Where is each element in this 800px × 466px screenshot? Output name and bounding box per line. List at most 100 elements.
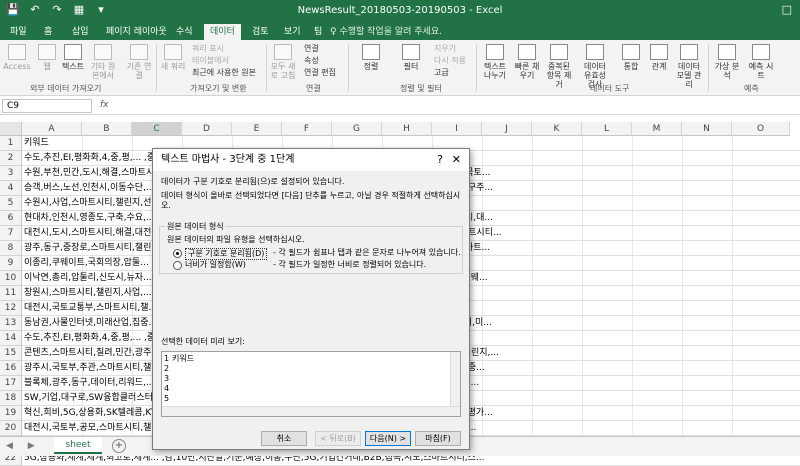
column-header-h[interactable]: H (382, 122, 432, 136)
text-to-columns-label: 텍스트 나누기 (483, 62, 507, 80)
remove-duplicates-button[interactable]: 중복된 항목 제거 (544, 44, 574, 89)
forecast-label: 예측 시트 (748, 62, 774, 80)
fx-icon[interactable]: fx (100, 100, 109, 110)
row-header[interactable]: 11 (0, 286, 22, 301)
row-header[interactable]: 3 (0, 166, 22, 181)
delimited-radio[interactable] (173, 249, 182, 258)
add-sheet-icon[interactable]: + (112, 439, 126, 453)
row-header[interactable]: 13 (0, 316, 22, 331)
row-header[interactable]: 18 (0, 391, 22, 406)
row-header[interactable]: 5 (0, 196, 22, 211)
back-button[interactable]: < 뒤로(B) (315, 431, 361, 446)
preview-vertical-scrollbar[interactable] (450, 352, 460, 408)
finish-button[interactable]: 마침(F) (415, 431, 461, 446)
row-header[interactable]: 9 (0, 256, 22, 271)
new-query-button[interactable]: 새 쿼리 (158, 44, 188, 71)
access-icon (8, 44, 26, 60)
text-to-columns-button[interactable]: 텍스트 나누기 (480, 44, 510, 80)
column-header-g[interactable]: G (332, 122, 382, 136)
row-header[interactable]: 1 (0, 136, 22, 151)
connections-button[interactable]: 연결 (304, 44, 319, 54)
dialog-title: 텍스트 마법사 - 3단계 중 1단계 (153, 149, 469, 171)
other-sources-button[interactable]: 기타 원본에서 (88, 44, 118, 80)
help-icon[interactable]: ? (437, 149, 443, 171)
row-header[interactable]: 17 (0, 376, 22, 391)
reapply-button[interactable]: 다시 적용 (434, 56, 466, 66)
maximize-button[interactable]: □ (782, 3, 792, 16)
access-button[interactable]: Access (2, 44, 32, 71)
refresh-all-button[interactable]: 모두 새로 고침 (268, 44, 298, 80)
forecast-icon (752, 44, 770, 60)
from-table-button[interactable]: 테이블에서 (192, 56, 229, 66)
preview-horizontal-scrollbar[interactable] (162, 406, 460, 416)
tab-file[interactable]: 파일 (4, 24, 33, 40)
column-header-l[interactable]: L (582, 122, 632, 136)
column-header-n[interactable]: N (682, 122, 732, 136)
tell-me-search[interactable]: ♀ 수행할 작업을 알려 주세요. (330, 24, 442, 40)
text-file-icon (64, 44, 82, 60)
row-header[interactable]: 12 (0, 301, 22, 316)
what-if-button[interactable]: 가상 분석 (712, 44, 742, 80)
sort-icon (362, 44, 380, 60)
edit-links-button[interactable]: 연결 편집 (304, 68, 336, 78)
row-header[interactable]: 15 (0, 346, 22, 361)
tab-data[interactable]: 데이터 (204, 24, 241, 40)
tab-team[interactable]: 팀 (308, 24, 328, 40)
tab-page-layout[interactable]: 페이지 레이아웃 (100, 24, 173, 40)
close-icon[interactable]: ✕ (452, 149, 461, 171)
column-header-i[interactable]: I (432, 122, 482, 136)
consolidate-button[interactable]: 통합 (616, 44, 646, 71)
tab-formulas[interactable]: 수식 (170, 24, 199, 40)
row-header[interactable]: 7 (0, 226, 22, 241)
tab-home[interactable]: 홈 (38, 24, 58, 40)
clear-filter-button[interactable]: 지우기 (434, 44, 456, 54)
show-query-button[interactable]: 쿼리 표시 (192, 44, 224, 54)
cancel-button[interactable]: 취소 (261, 431, 307, 446)
column-header-f[interactable]: F (282, 122, 332, 136)
column-header-e[interactable]: E (232, 122, 282, 136)
column-header-k[interactable]: K (532, 122, 582, 136)
relationships-button[interactable]: 관계 (644, 44, 674, 71)
tab-insert[interactable]: 삽입 (66, 24, 95, 40)
fixed-width-option-label[interactable]: 너비가 일정함(W) (185, 260, 246, 270)
column-header-j[interactable]: J (482, 122, 532, 136)
row-header[interactable]: 6 (0, 211, 22, 226)
sheet-nav-arrows[interactable]: ◀ ▶ (6, 441, 41, 451)
column-header-b[interactable]: B (82, 122, 132, 136)
advanced-filter-button[interactable]: 고급 (434, 68, 449, 78)
recent-sources-button[interactable]: 최근에 사용한 원본 (192, 68, 256, 78)
data-model-button[interactable]: 데이터 모델 관리 (674, 44, 704, 89)
flash-fill-button[interactable]: 빠른 채우기 (512, 44, 542, 80)
name-box[interactable]: C9 (2, 99, 92, 113)
row-header[interactable]: 19 (0, 406, 22, 421)
row-header[interactable]: 4 (0, 181, 22, 196)
column-header-o[interactable]: O (732, 122, 790, 136)
properties-button[interactable]: 속성 (304, 56, 319, 66)
data-preview-box[interactable]: 1 키워드 2 3 4 5 (161, 351, 461, 417)
column-header-m[interactable]: M (632, 122, 682, 136)
sort-button[interactable]: 정렬 (356, 44, 386, 71)
preview-row: 3 (164, 374, 172, 384)
row-header[interactable]: 20 (0, 421, 22, 436)
existing-connections-button[interactable]: 기존 연결 (124, 44, 154, 80)
filter-button[interactable]: 필터 (396, 44, 426, 71)
column-header-d[interactable]: D (182, 122, 232, 136)
row-header[interactable]: 8 (0, 241, 22, 256)
column-header-a[interactable]: A (22, 122, 82, 136)
select-all-corner[interactable] (0, 122, 22, 136)
row-header[interactable]: 14 (0, 331, 22, 346)
column-header-c[interactable]: C (132, 122, 182, 136)
row-header[interactable]: 16 (0, 361, 22, 376)
row-header[interactable]: 2 (0, 151, 22, 166)
text-button[interactable]: 텍스트 (58, 44, 88, 71)
sheet-tab[interactable]: sheet (54, 437, 102, 454)
delimited-option-label[interactable]: 구분 기호로 분리됨(D) (185, 248, 268, 260)
fixed-width-radio[interactable] (173, 261, 182, 270)
next-button[interactable]: 다음(N) > (365, 431, 411, 446)
text-label: 텍스트 (61, 62, 85, 71)
row-header[interactable]: 10 (0, 271, 22, 286)
tab-view[interactable]: 보기 (278, 24, 307, 40)
forecast-sheet-button[interactable]: 예측 시트 (746, 44, 776, 80)
refresh-icon (274, 44, 292, 60)
tab-review[interactable]: 검토 (246, 24, 275, 40)
